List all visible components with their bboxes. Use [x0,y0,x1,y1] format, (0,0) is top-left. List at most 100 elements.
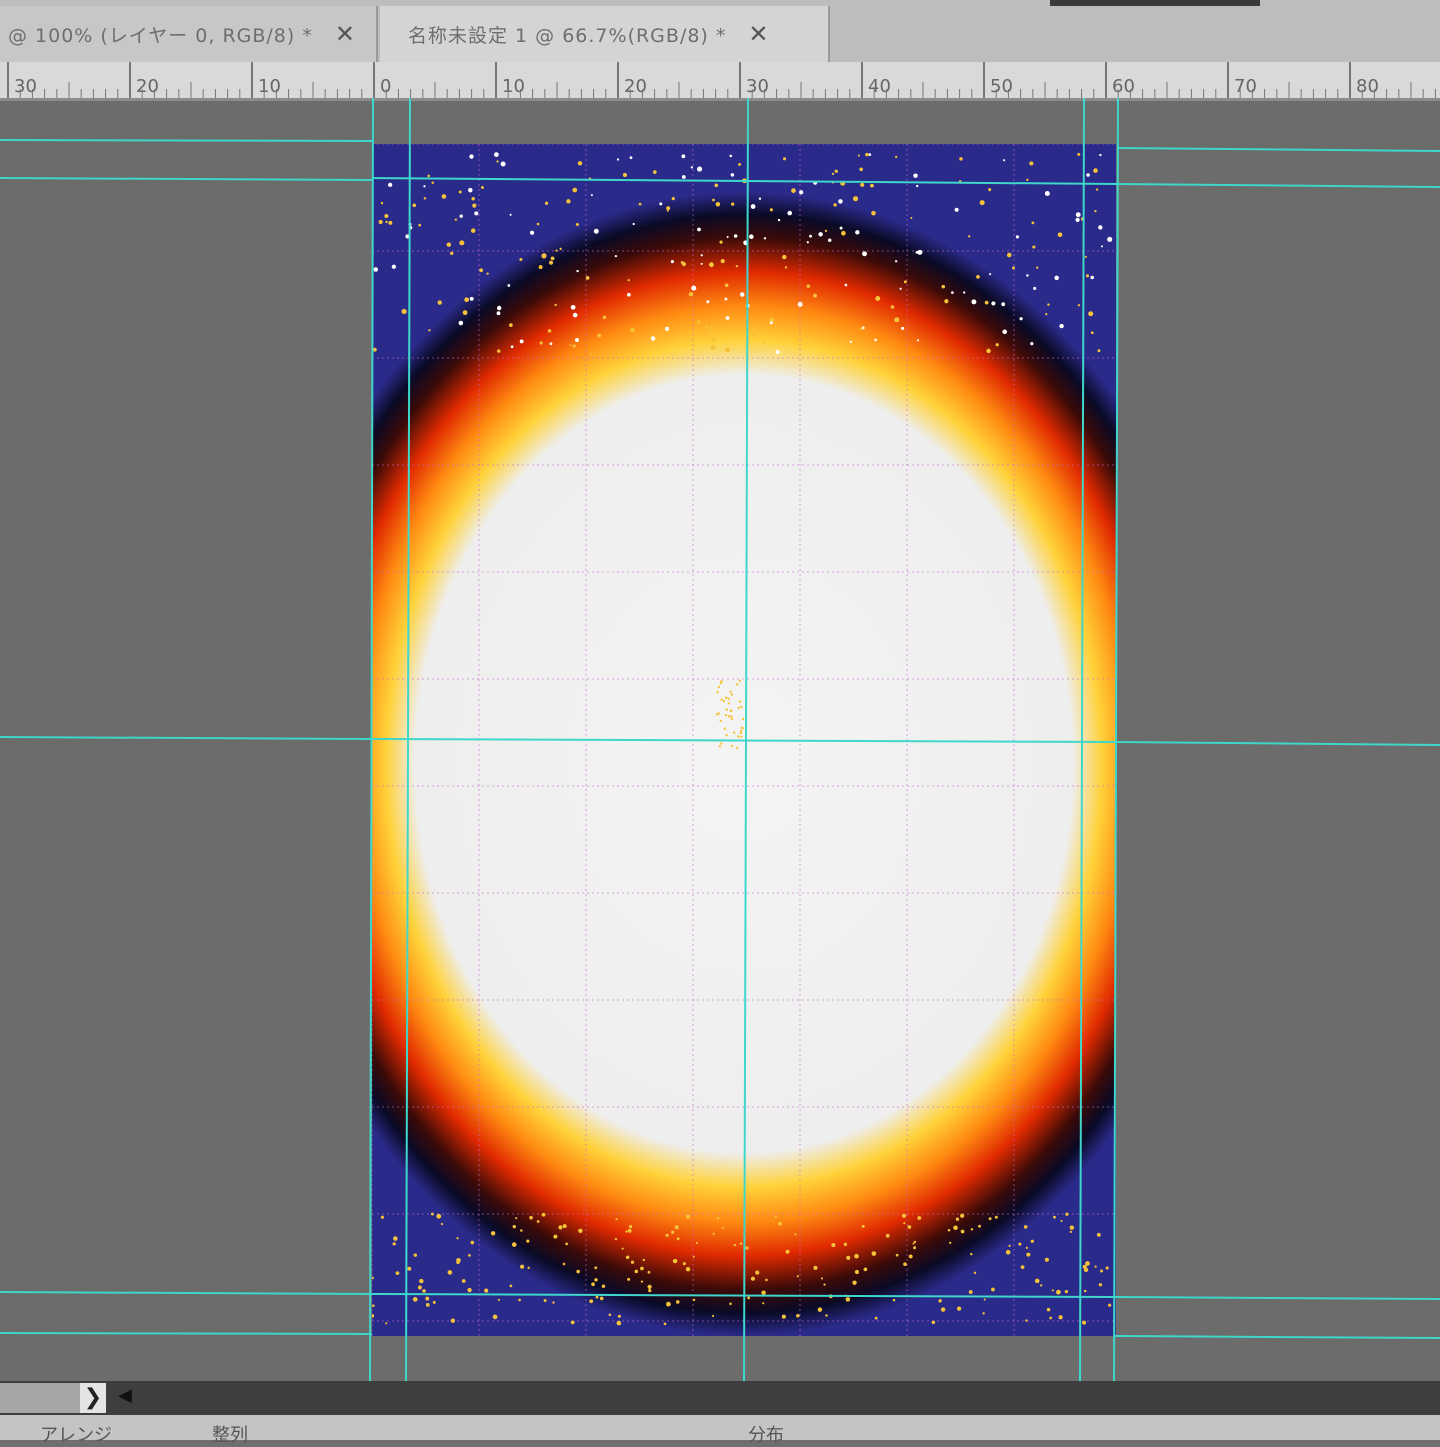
star-speck [695,1241,698,1244]
star-speck [970,1228,974,1231]
star-speck [715,202,721,207]
star-speck [973,1271,977,1275]
star-speck [456,1260,460,1265]
star-speck [982,1312,985,1315]
star-speck [735,746,739,750]
star-speck [986,348,991,354]
scroll-thumb[interactable] [0,1383,80,1413]
star-speck [1082,1320,1087,1325]
star-speck [496,311,501,316]
star-speck [849,340,852,343]
star-speck [553,1234,558,1239]
ruler-tick-label: 50 [990,76,1013,97]
star-speck [755,1270,760,1275]
star-speck [783,157,787,161]
star-speck [740,705,743,709]
star-speck [991,301,996,306]
star-speck [1030,1239,1034,1243]
star-speck [558,1225,563,1230]
star-speck [725,708,728,711]
star-speck [407,1266,412,1271]
star-speck [820,1277,824,1280]
document-canvas[interactable] [372,144,1116,1336]
star-speck [1040,1284,1043,1287]
star-speck [894,317,900,323]
star-speck [739,292,745,297]
document-tab-2[interactable]: 名称未設定 1 @ 66.7%(RGB/8) * ✕ [380,6,830,62]
document-tab-1[interactable]: @ 100% (レイヤー 0, RGB/8) * ✕ [0,6,378,62]
star-speck [738,700,742,703]
star-speck [634,1269,639,1274]
star-speck [724,696,728,699]
ruler-tick-label: 70 [1234,76,1257,97]
star-speck [1020,1265,1025,1269]
star-speck [425,1296,430,1301]
star-speck [681,154,686,159]
star-speck [745,303,750,308]
star-speck [806,241,809,244]
star-speck [574,338,580,343]
star-speck [857,154,860,157]
star-speck [912,1242,915,1245]
close-icon[interactable]: ✕ [748,20,769,48]
align-label[interactable]: 整列 [212,1421,248,1447]
close-icon[interactable]: ✕ [335,20,356,48]
star-speck [885,1233,890,1238]
star-speck [953,1225,958,1231]
star-speck [859,327,863,331]
star-speck [1029,161,1034,166]
star-speck [1080,217,1085,221]
star-speck [1105,1266,1109,1270]
star-speck [1052,1215,1056,1219]
star-speck [733,731,736,734]
star-speck [650,336,656,341]
star-speck [538,265,543,270]
star-speck [1003,159,1006,162]
chevron-right-icon[interactable]: ❯ [80,1383,106,1413]
star-speck [625,1255,630,1260]
star-speck [496,305,502,311]
star-speck [562,1262,566,1266]
star-speck [601,1284,606,1288]
star-speck [456,1237,459,1240]
star-speck [548,260,554,265]
document-tab-1-label: @ 100% (レイヤー 0, RGB/8) * [8,24,313,47]
horizontal-ruler[interactable]: 30 20 10 0 10 20 30 40 50 60 70 80 [0,62,1440,101]
canvas-workspace[interactable] [0,101,1440,1381]
distribute-label[interactable]: 分布 [748,1421,784,1447]
star-speck [412,203,417,208]
star-speck [733,1243,737,1247]
star-speck [1026,274,1029,277]
star-speck [903,1262,907,1267]
star-speck [628,1224,633,1229]
arrange-label[interactable]: アレンジ [40,1421,112,1447]
star-speck [727,697,730,701]
star-speck [1025,1246,1028,1249]
star-speck [625,1230,628,1233]
star-speck [459,240,465,246]
star-speck [958,180,962,183]
star-speck [806,284,811,288]
star-speck [572,312,578,318]
star-speck [1054,275,1059,281]
star-speck [730,693,734,696]
star-speck [408,222,412,226]
star-speck [674,1225,679,1230]
star-speck [781,1314,786,1319]
horizontal-scrollbar[interactable]: ❯ ◀ [0,1381,1440,1415]
star-speck [1049,1316,1052,1320]
ruler-tick-label: 80 [1356,76,1379,97]
ruler-tick-label: 30 [746,76,769,97]
star-speck [1058,1315,1063,1320]
star-speck [718,745,722,748]
star-speck [777,218,781,222]
star-speck [380,201,384,205]
star-speck [954,207,959,212]
star-speck [1107,236,1113,242]
star-speck [903,280,907,284]
scroll-left-arrow-icon[interactable]: ◀ [118,1385,132,1406]
star-speck [910,216,913,220]
star-speck [536,1220,540,1223]
star-speck [578,1228,583,1234]
star-speck [676,1237,680,1241]
